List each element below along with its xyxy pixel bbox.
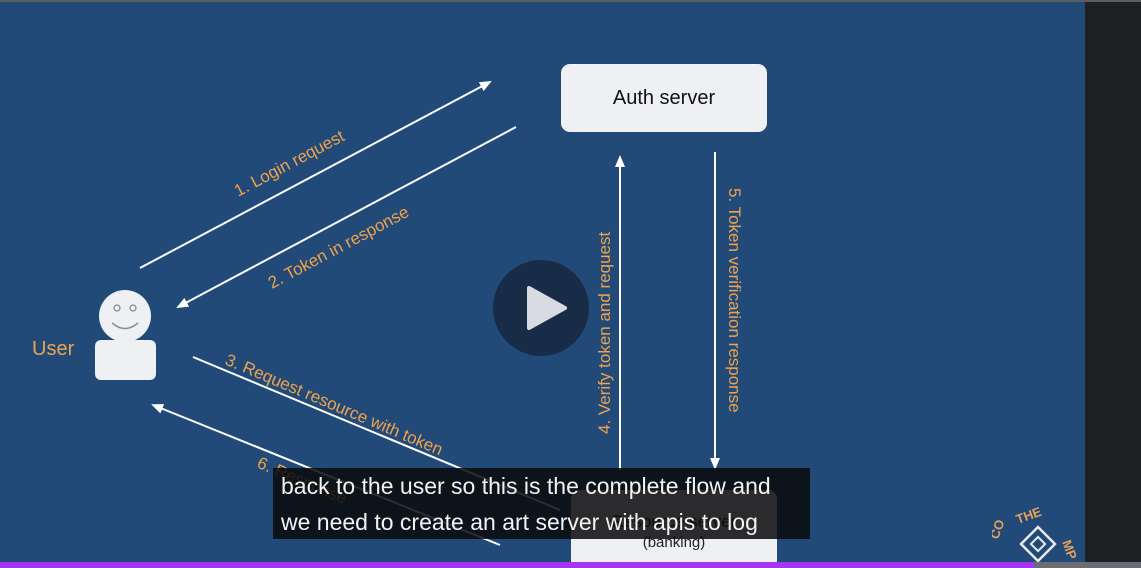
user-avatar-icon: [95, 290, 156, 380]
subtitle-caption: back to the user so this is the complete…: [273, 468, 810, 539]
svg-text:MP: MP: [1059, 538, 1080, 562]
the-codecamp-logo-icon: THE CO MP: [992, 504, 1080, 563]
video-frame[interactable]: 1. Login request 2. Token in response 3.…: [0, 2, 1085, 568]
svg-text:THE: THE: [1014, 504, 1044, 527]
caption-line-2: we need to create an art server with api…: [281, 509, 758, 535]
auth-server-box: Auth server: [561, 64, 767, 132]
step4-label: 4. Verify token and request: [595, 231, 614, 434]
user-label: User: [32, 338, 75, 360]
step5-label: 5. Token verification response: [725, 188, 744, 413]
video-progress-bar[interactable]: [0, 562, 1141, 568]
play-button[interactable]: [493, 260, 589, 356]
caption-line-1: back to the user so this is the complete…: [281, 473, 771, 499]
video-progress-fill: [0, 562, 1034, 568]
step2-label: 2. Token in response: [265, 202, 412, 292]
arrow-login-request: [139, 81, 492, 269]
arrow-token-response: [176, 126, 517, 308]
svg-text:CO: CO: [992, 518, 1007, 541]
play-icon: [527, 286, 567, 330]
right-panel: [1085, 2, 1141, 568]
step3-label: 3. Request resource with token: [222, 350, 445, 459]
